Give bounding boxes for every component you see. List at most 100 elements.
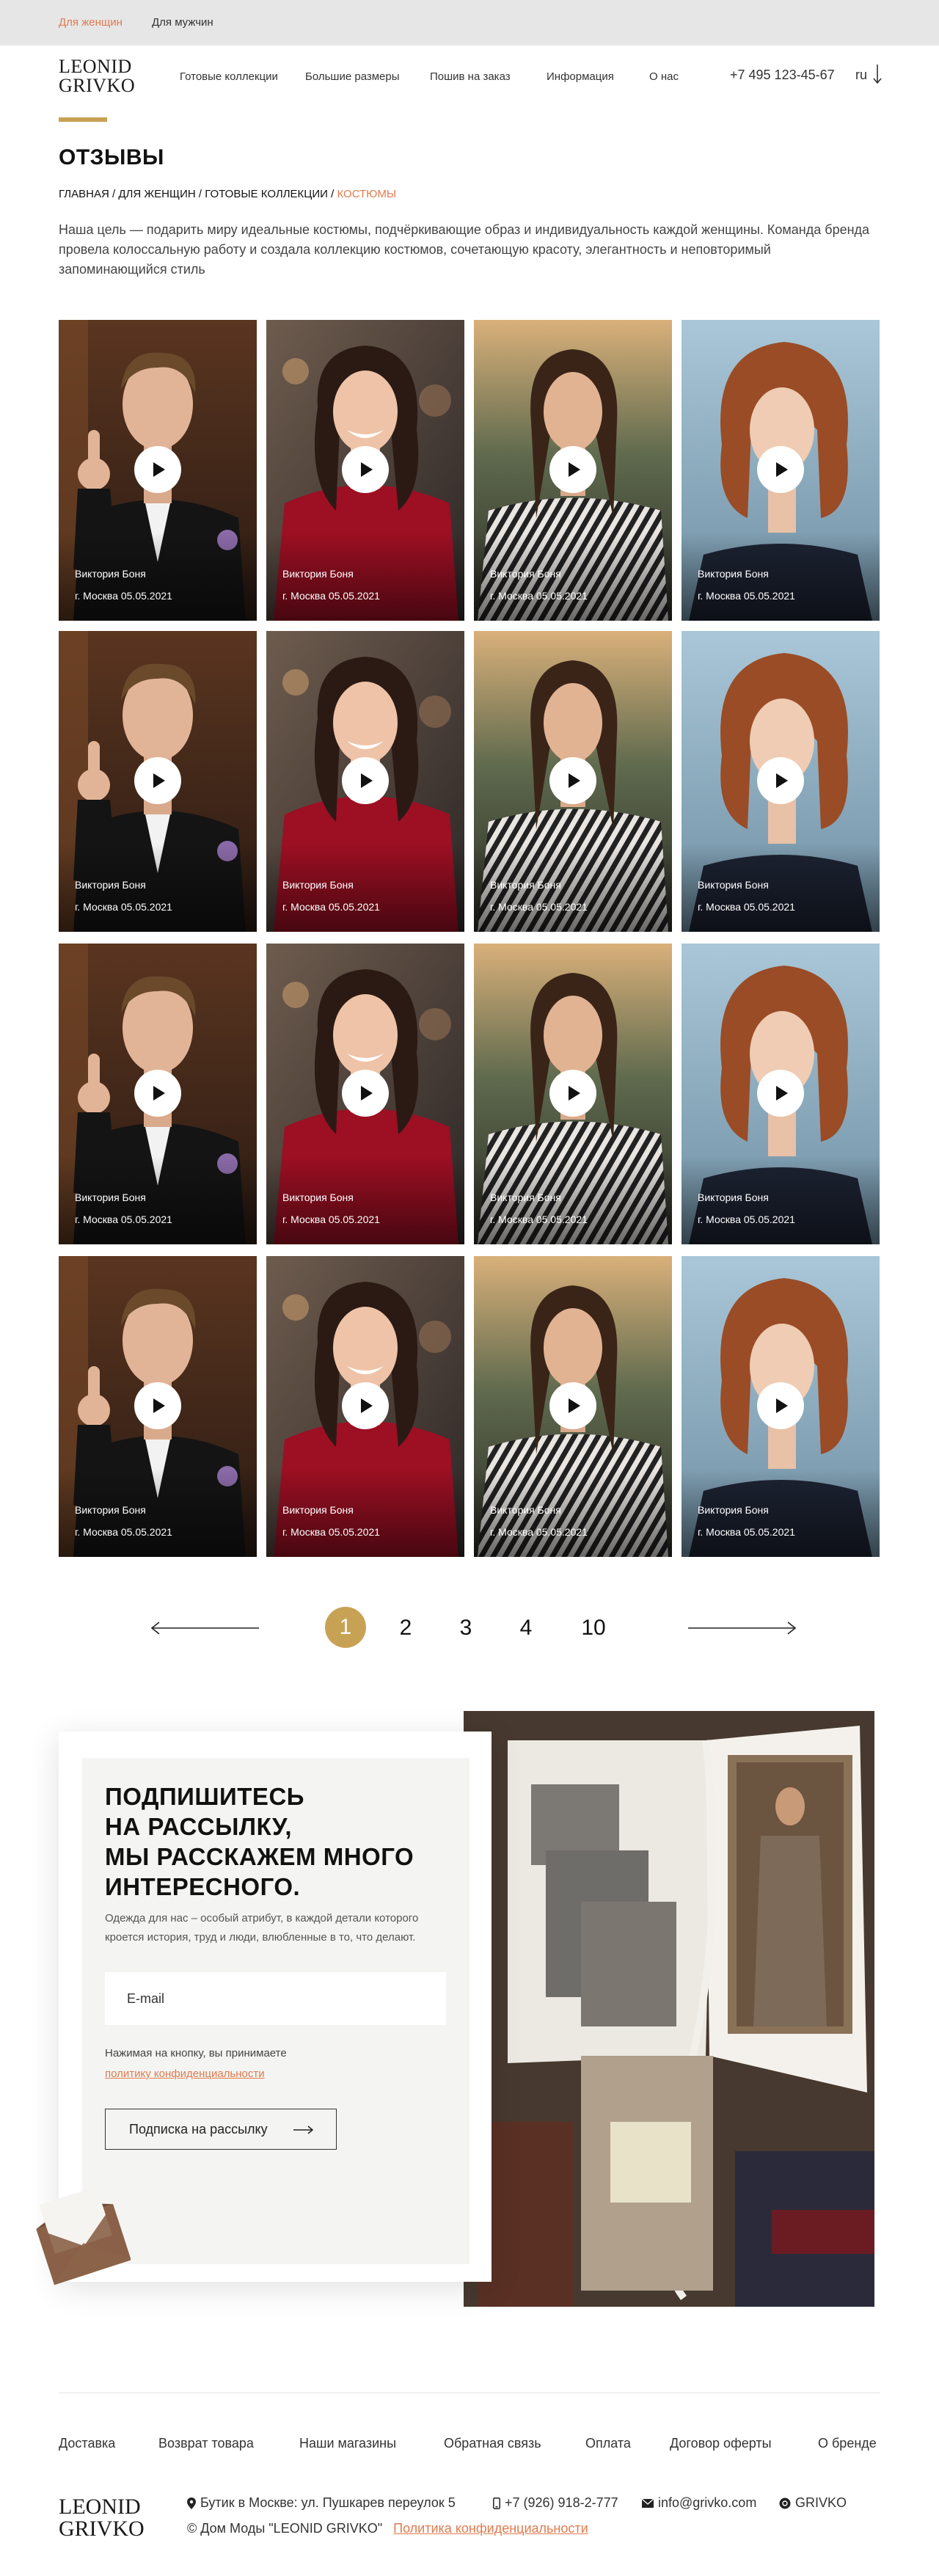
review-card[interactable]: Виктория Боня г. Москва 05.05.2021 — [682, 631, 880, 932]
play-icon — [361, 1398, 373, 1413]
review-location-date: г. Москва 05.05.2021 — [698, 590, 795, 602]
review-card[interactable]: Виктория Боня г. Москва 05.05.2021 — [682, 320, 880, 621]
play-button[interactable] — [549, 1382, 596, 1429]
footer-link-feedback[interactable]: Обратная связь — [444, 2436, 541, 2451]
review-card[interactable]: Виктория Боня г. Москва 05.05.2021 — [474, 1256, 672, 1557]
breadcrumb-separator: / — [109, 188, 119, 200]
play-button[interactable] — [342, 446, 389, 493]
breadcrumb-current: КОСТЮМЫ — [337, 188, 397, 200]
play-icon — [361, 462, 373, 477]
play-button[interactable] — [549, 446, 596, 493]
play-icon — [569, 773, 580, 788]
reviewer-name: Виктория Боня — [75, 1192, 146, 1203]
play-icon — [776, 1398, 788, 1413]
review-location-date: г. Москва 05.05.2021 — [490, 1214, 588, 1225]
subscribe-button[interactable]: Подписка на рассылку — [105, 2109, 337, 2150]
play-button[interactable] — [342, 1070, 389, 1117]
footer-email[interactable]: info@grivko.com — [642, 2495, 756, 2511]
arrow-right-icon — [293, 2126, 314, 2134]
footer-link-delivery[interactable]: Доставка — [59, 2436, 115, 2451]
footer-phone[interactable]: +7 (926) 918-2-777 — [493, 2495, 618, 2511]
play-button[interactable] — [757, 1070, 804, 1117]
privacy-policy-link[interactable]: политику конфиденциальности — [105, 2068, 265, 2080]
page-1[interactable]: 1 — [325, 1607, 366, 1648]
mail-icon — [642, 2499, 654, 2509]
page-2[interactable]: 2 — [385, 1616, 426, 1641]
review-location-date: г. Москва 05.05.2021 — [75, 901, 172, 913]
breadcrumb-separator: / — [327, 188, 337, 200]
footer-logo-line-1: LEONID — [59, 2495, 141, 2519]
email-field[interactable] — [105, 1972, 446, 2025]
play-button[interactable] — [549, 757, 596, 804]
footer-social[interactable]: GRIVKO — [779, 2495, 847, 2511]
footer-link-stores[interactable]: Наши магазины — [299, 2436, 396, 2451]
arrow-left-icon[interactable] — [150, 1620, 260, 1636]
nav-item-about[interactable]: О нас — [649, 70, 679, 83]
arrow-down-icon[interactable] — [872, 63, 883, 85]
play-icon — [361, 1086, 373, 1101]
review-card[interactable]: Виктория Боня г. Москва 05.05.2021 — [474, 944, 672, 1244]
play-button[interactable] — [757, 757, 804, 804]
review-card[interactable]: Виктория Боня г. Москва 05.05.2021 — [474, 631, 672, 932]
play-icon — [153, 1398, 165, 1413]
page-4[interactable]: 4 — [505, 1616, 547, 1641]
reviewer-name: Виктория Боня — [698, 1504, 769, 1516]
arrow-right-icon[interactable] — [687, 1620, 797, 1636]
language-selector[interactable]: ru — [855, 67, 867, 83]
footer-link-payment[interactable]: Оплата — [585, 2436, 631, 2451]
nav-item-ready-collections[interactable]: Готовые коллекции — [180, 70, 278, 83]
reviewer-name: Виктория Боня — [282, 879, 354, 891]
breadcrumb-home[interactable]: ГЛАВНАЯ — [59, 188, 109, 200]
play-button[interactable] — [549, 1070, 596, 1117]
reviewer-name: Виктория Боня — [698, 568, 769, 580]
page-3[interactable]: 3 — [445, 1616, 486, 1641]
footer-link-offer[interactable]: Договор оферты — [670, 2436, 772, 2451]
review-card[interactable]: Виктория Боня г. Москва 05.05.2021 — [59, 944, 257, 1244]
copyright-text: © Дом Моды "LEONID GRIVKO" — [187, 2521, 383, 2536]
tab-men[interactable]: Для мужчин — [152, 16, 213, 29]
nav-item-tailoring[interactable]: Пошив на заказ — [430, 70, 511, 83]
header-phone[interactable]: +7 495 123-45-67 — [730, 67, 835, 83]
reviewer-name: Виктория Боня — [75, 568, 146, 580]
nav-item-plus-sizes[interactable]: Большие размеры — [305, 70, 400, 83]
reviewer-name: Виктория Боня — [75, 879, 146, 891]
review-card[interactable]: Виктория Боня г. Москва 05.05.2021 — [59, 1256, 257, 1557]
review-card[interactable]: Виктория Боня г. Москва 05.05.2021 — [59, 631, 257, 932]
review-card[interactable]: Виктория Боня г. Москва 05.05.2021 — [266, 1256, 464, 1557]
play-button[interactable] — [342, 1382, 389, 1429]
play-button[interactable] — [134, 1070, 181, 1117]
footer-link-brand[interactable]: О бренде — [818, 2436, 877, 2451]
intro-text: Наша цель — подарить миру идеальные кост… — [59, 222, 870, 277]
breadcrumb-collections[interactable]: ГОТОВЫЕ КОЛЛЕКЦИИ — [205, 188, 328, 200]
subscribe-title-line-4: ИНТЕРЕСНОГО. — [105, 1873, 301, 1900]
play-button[interactable] — [757, 1382, 804, 1429]
footer-address-text: Бутик в Москве: ул. Пушкарев переулок 5 — [200, 2495, 456, 2510]
footer-link-returns[interactable]: Возврат товара — [158, 2436, 254, 2451]
review-card[interactable]: Виктория Боня г. Москва 05.05.2021 — [266, 944, 464, 1244]
review-card[interactable]: Виктория Боня г. Москва 05.05.2021 — [682, 1256, 880, 1557]
play-button[interactable] — [134, 757, 181, 804]
footer-logo[interactable]: LEONID GRIVKO — [59, 2496, 145, 2540]
review-card[interactable]: Виктория Боня г. Москва 05.05.2021 — [266, 320, 464, 621]
page-10[interactable]: 10 — [573, 1616, 614, 1641]
play-button[interactable] — [134, 1382, 181, 1429]
nav-item-information[interactable]: Информация — [547, 70, 614, 83]
logo[interactable]: LEONID GRIVKO — [59, 57, 135, 95]
play-button[interactable] — [134, 446, 181, 493]
play-button[interactable] — [757, 446, 804, 493]
review-location-date: г. Москва 05.05.2021 — [490, 901, 588, 913]
review-card[interactable]: Виктория Боня г. Москва 05.05.2021 — [59, 320, 257, 621]
breadcrumb-women[interactable]: ДЛЯ ЖЕНЩИН — [118, 188, 195, 200]
review-card[interactable]: Виктория Боня г. Москва 05.05.2021 — [266, 631, 464, 932]
play-icon — [153, 1086, 165, 1101]
breadcrumb: ГЛАВНАЯ / ДЛЯ ЖЕНЩИН / ГОТОВЫЕ КОЛЛЕКЦИИ… — [59, 188, 396, 200]
footer-privacy-link[interactable]: Политика конфиденциальности — [393, 2521, 588, 2536]
pagination: 1 2 3 4 10 — [0, 1607, 939, 1651]
tab-women[interactable]: Для женщин — [59, 16, 123, 29]
review-card[interactable]: Виктория Боня г. Москва 05.05.2021 — [682, 944, 880, 1244]
review-card[interactable]: Виктория Боня г. Москва 05.05.2021 — [474, 320, 672, 621]
play-button[interactable] — [342, 757, 389, 804]
page-title: ОТЗЫВЫ — [59, 145, 164, 169]
play-icon — [153, 462, 165, 477]
footer-social-text: GRIVKO — [795, 2495, 847, 2510]
